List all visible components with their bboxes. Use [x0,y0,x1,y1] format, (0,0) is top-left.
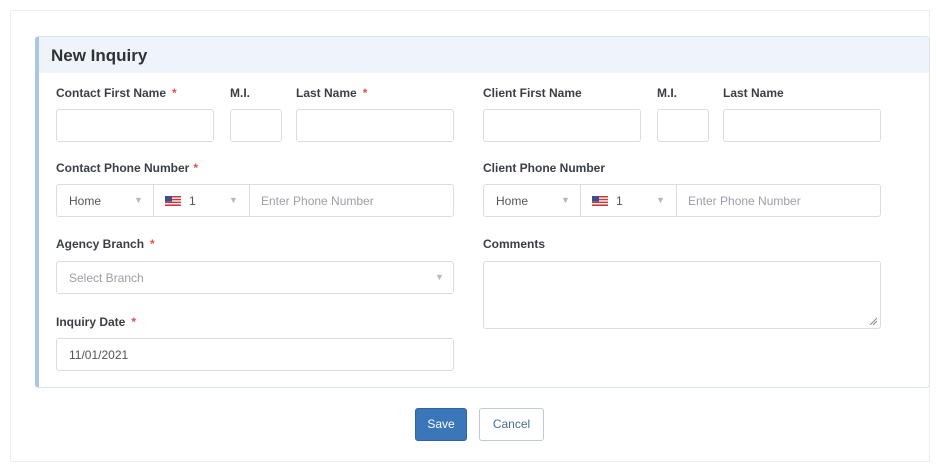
required-mark: * [150,237,155,251]
panel-title: New Inquiry [51,46,148,65]
agency-branch-label: Agency Branch * [56,237,155,251]
chevron-down-icon: ▼ [229,195,238,205]
client-first-name-label: Client First Name [483,86,582,100]
resize-grip-icon[interactable] [869,317,877,325]
contact-first-name-label: Contact First Name * [56,86,177,100]
client-mi-input[interactable] [657,109,709,142]
client-phone-group: Home ▼ 1 ▼ Enter Phone Number [483,184,881,217]
client-phone-placeholder: Enter Phone Number [688,194,801,208]
contact-country-code-value: 1 [189,194,196,208]
required-mark: * [193,161,199,175]
contact-phone-type-select[interactable]: Home ▼ [57,185,154,216]
agency-branch-select[interactable]: Select Branch ▼ [56,261,454,294]
cancel-button[interactable]: Cancel [479,408,544,441]
contact-last-name-label: Last Name * [296,86,368,100]
us-flag-icon [592,196,608,206]
inquiry-date-input[interactable]: 11/01/2021 [56,338,454,371]
client-country-code-value: 1 [616,194,623,208]
contact-phone-type-value: Home [69,194,102,208]
client-first-name-input[interactable] [483,109,641,142]
inquiry-date-label: Inquiry Date * [56,315,137,329]
required-mark: * [172,86,177,100]
comments-textarea[interactable] [483,261,881,329]
client-last-name-label: Last Name [723,86,784,100]
contact-mi-input[interactable] [230,109,282,142]
contact-phone-group: Home ▼ 1 ▼ Enter Phone Number [56,184,454,217]
panel-header: New Inquiry [39,37,929,73]
client-phone-label: Client Phone Number [483,161,606,175]
client-mi-label: M.I. [657,86,677,100]
chevron-down-icon: ▼ [134,195,143,205]
inquiry-date-value: 11/01/2021 [69,348,129,362]
agency-branch-placeholder: Select Branch [69,271,144,285]
us-flag-icon [165,196,181,206]
contact-country-code-select[interactable]: 1 ▼ [153,185,250,216]
contact-last-name-input[interactable] [296,109,454,142]
client-phone-type-value: Home [496,194,529,208]
required-mark: * [362,86,368,100]
chevron-down-icon: ▼ [656,195,665,205]
client-country-code-select[interactable]: 1 ▼ [580,185,677,216]
client-phone-type-select[interactable]: Home ▼ [484,185,581,216]
contact-mi-label: M.I. [230,86,250,100]
save-button[interactable]: Save [415,408,467,441]
comments-label: Comments [483,237,546,251]
client-phone-input[interactable]: Enter Phone Number [676,185,880,216]
contact-first-name-input[interactable] [56,109,214,142]
required-mark: * [131,315,137,329]
contact-phone-placeholder: Enter Phone Number [261,194,374,208]
chevron-down-icon: ▼ [561,195,570,205]
contact-phone-input[interactable]: Enter Phone Number [249,185,453,216]
contact-phone-label: Contact Phone Number * [56,161,199,175]
chevron-down-icon: ▼ [435,272,444,282]
client-last-name-input[interactable] [723,109,881,142]
